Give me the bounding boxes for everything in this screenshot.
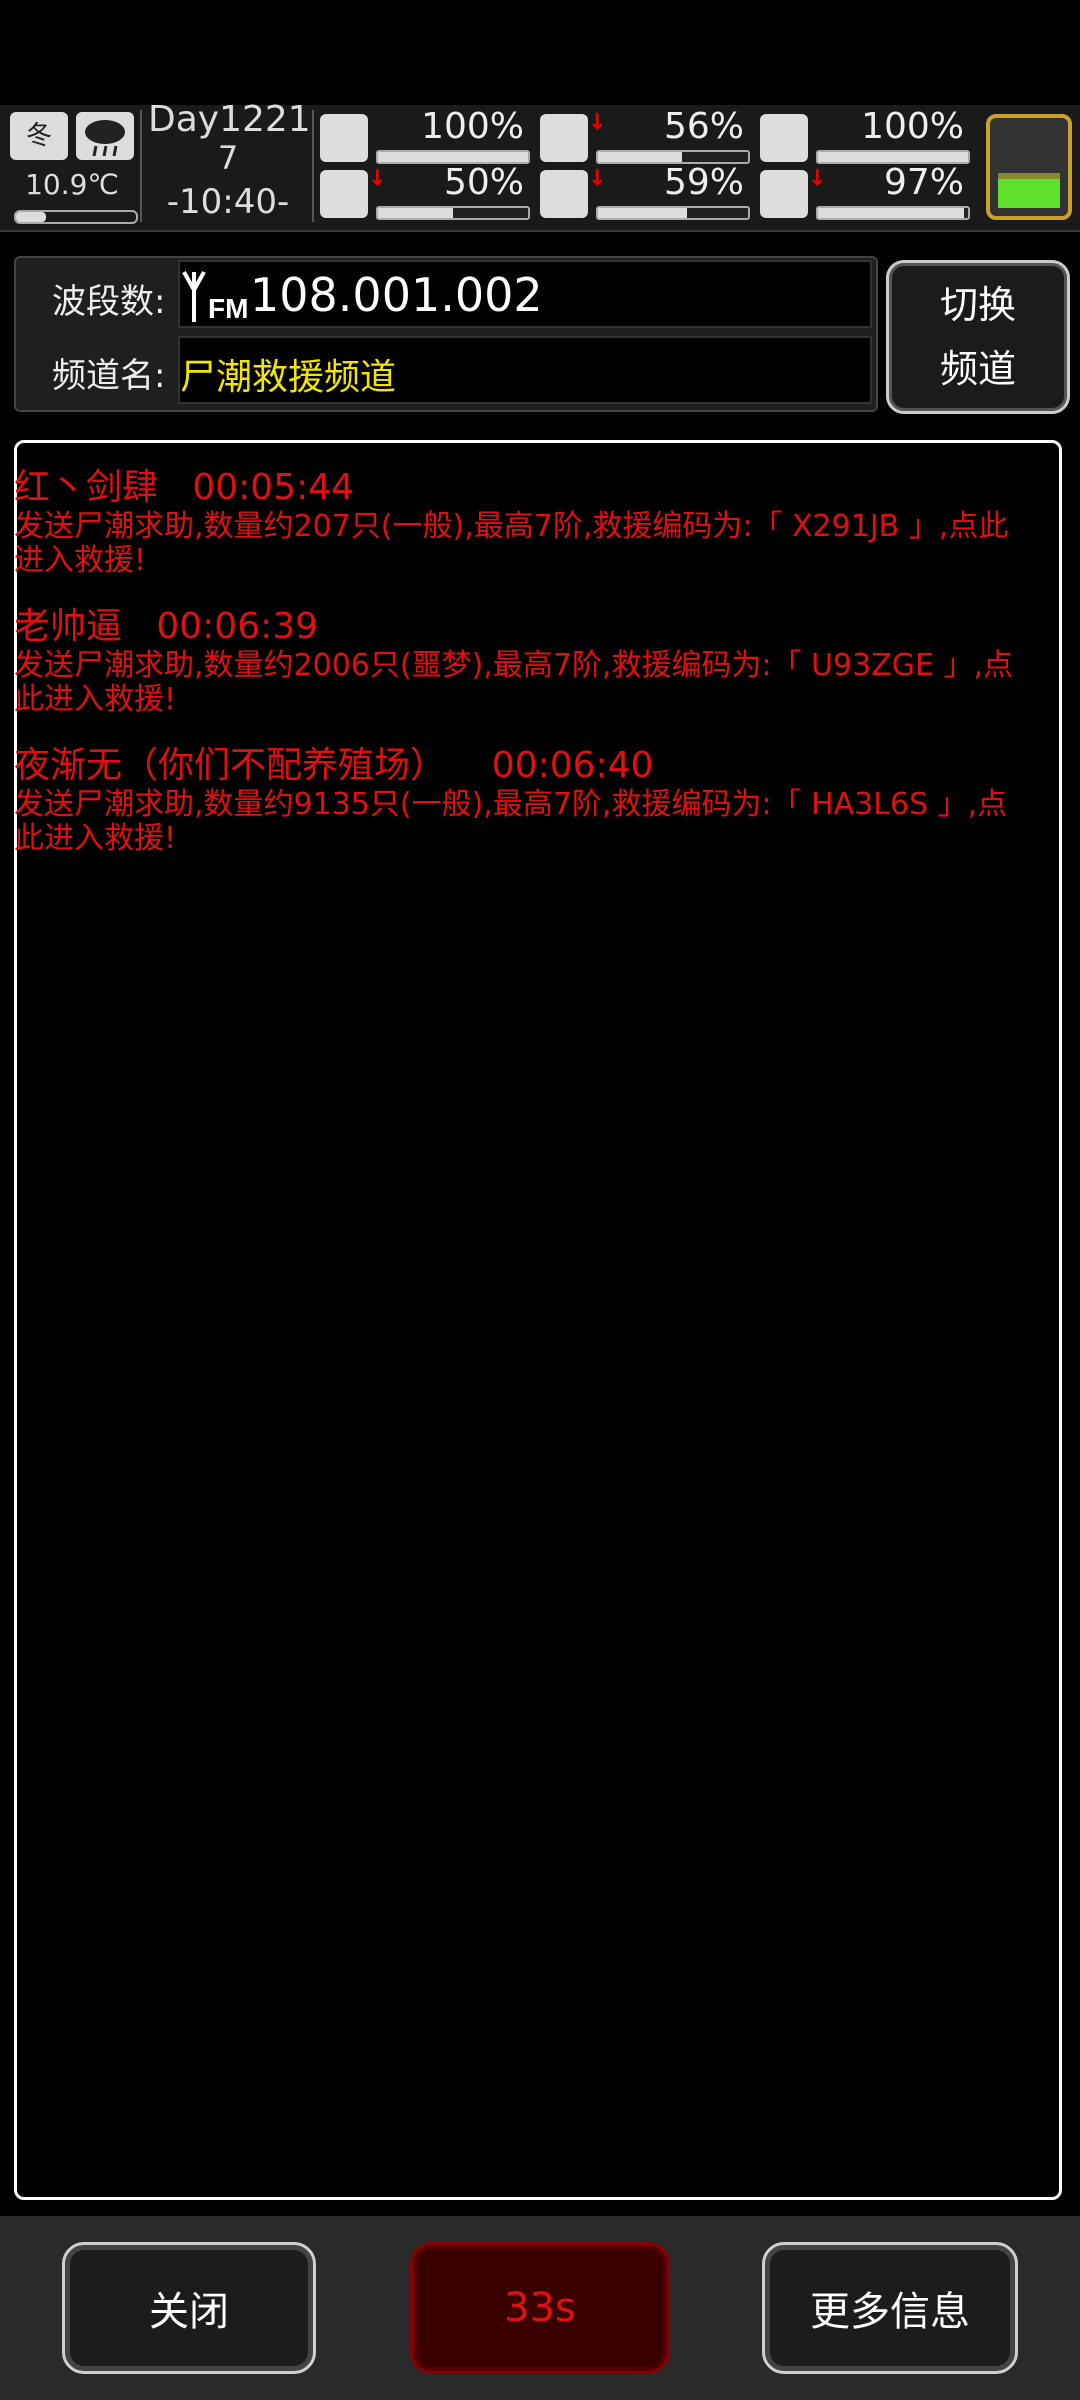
heart-icon <box>760 170 808 218</box>
stat-gauge: 100% <box>320 106 530 166</box>
switch-channel-label-2: 频道 <box>939 347 1016 391</box>
close-button[interactable]: 关闭 <box>62 2242 316 2374</box>
stat-bar <box>816 206 970 220</box>
medkit-icon <box>320 114 368 162</box>
stat-bar <box>376 206 530 220</box>
stat-bar <box>596 206 750 220</box>
stat-value: 56% <box>663 106 744 147</box>
message-text: 发送尸潮求助,数量约9135只(一般),最高7阶,救援编码为:「 HA3L6S … <box>14 787 1008 856</box>
message-time: 00:06:39 <box>156 606 319 647</box>
svg-text:FM: FM <box>208 293 248 324</box>
channel-name-value: 尸潮救援频道 <box>180 357 397 398</box>
stat-gauge: ↓ 56% <box>540 106 750 166</box>
timer-button[interactable]: 33s <box>410 2242 670 2374</box>
stat-gauge: ↓ 97% <box>760 162 970 222</box>
pill-icon <box>760 114 808 162</box>
stat-value: 97% <box>883 162 964 203</box>
day-label-2: 7 <box>217 139 239 177</box>
clock: -10:40- <box>166 182 290 222</box>
decrease-arrow-icon: ↓ <box>808 166 827 191</box>
message-item[interactable]: 红丶剑肆 00:05:44 发送尸潮求助,数量约207只(一般),最高7阶,救援… <box>14 458 1034 578</box>
more-info-button[interactable]: 更多信息 <box>762 2242 1018 2374</box>
decrease-arrow-icon: ↓ <box>588 166 607 191</box>
message-sender: 夜渐无（你们不配养殖场） <box>14 745 447 786</box>
divider <box>140 110 142 222</box>
stat-gauge: 100% <box>760 106 970 166</box>
water-drop-icon <box>540 170 588 218</box>
day-label: Day1221 <box>148 99 311 140</box>
divider <box>312 110 314 222</box>
season-badge: 冬 <box>10 112 68 160</box>
band-label: 波段数: <box>52 282 166 322</box>
switch-channel-label-1: 切换 <box>939 283 1016 327</box>
switch-channel-button[interactable]: 切换 频道 <box>886 260 1070 414</box>
message-text: 发送尸潮求助,数量约207只(一般),最高7阶,救援编码为:「 X291JB 」… <box>14 509 1009 578</box>
decrease-arrow-icon: ↓ <box>588 110 607 135</box>
battery-indicator[interactable] <box>986 114 1072 220</box>
stat-value: 100% <box>861 106 964 147</box>
message-text: 发送尸潮求助,数量约2006只(噩梦),最高7阶,救援编码为:「 U93ZGE … <box>14 648 1014 717</box>
stomach-icon <box>540 114 588 162</box>
message-item[interactable]: 夜渐无（你们不配养殖场） 00:06:40 发送尸潮求助,数量约9135只(一般… <box>14 736 1034 856</box>
boot-icon <box>320 170 368 218</box>
decrease-arrow-icon: ↓ <box>368 166 387 191</box>
temperature-bar <box>14 210 138 224</box>
day-time-box: Day1221 7 -10:40- <box>148 99 311 223</box>
stat-value: 50% <box>443 162 524 203</box>
frequency-value: 108.001.002 <box>250 268 543 322</box>
antenna-fm-icon: FM <box>180 266 248 326</box>
message-sender: 老帅逼 <box>14 606 123 647</box>
stat-gauge: ↓ 59% <box>540 162 750 222</box>
message-time: 00:06:40 <box>491 745 654 786</box>
channel-name-label: 频道名: <box>52 356 166 396</box>
stat-value: 59% <box>663 162 744 203</box>
temperature: 10.9℃ <box>25 168 119 201</box>
message-sender: 红丶剑肆 <box>14 467 159 508</box>
cloud-rain-icon <box>76 112 134 160</box>
stat-gauge: ↓ 50% <box>320 162 530 222</box>
message-time: 00:05:44 <box>192 467 355 508</box>
stat-value: 100% <box>421 106 524 147</box>
message-item[interactable]: 老帅逼 00:06:39 发送尸潮求助,数量约2006只(噩梦),最高7阶,救援… <box>14 597 1034 717</box>
